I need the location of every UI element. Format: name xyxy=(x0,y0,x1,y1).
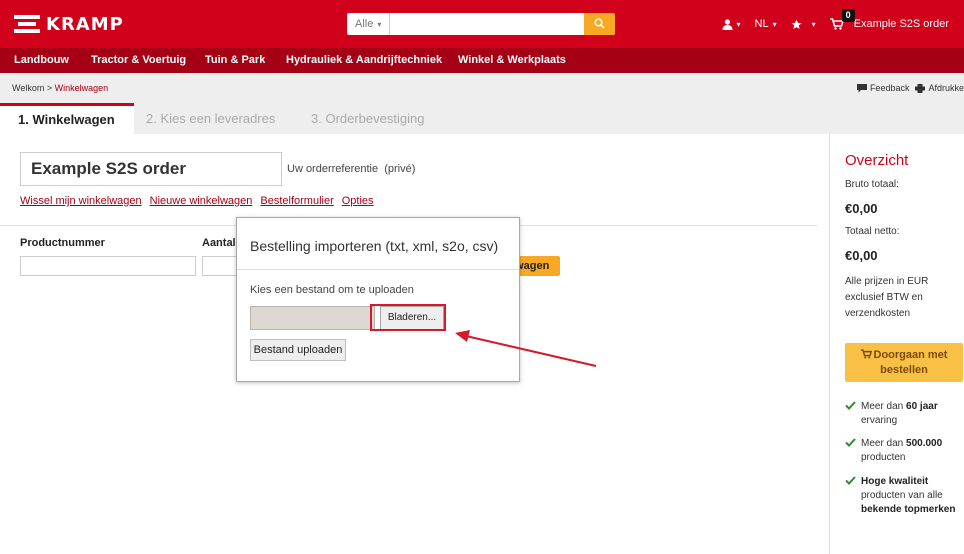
product-number-label: Productnummer xyxy=(20,237,105,249)
gross-total-value: €0,00 xyxy=(845,201,878,216)
step-order-confirmation: 3. Orderbevestiging xyxy=(311,111,425,126)
usp-highlight: bekende topmerken xyxy=(861,504,956,515)
product-number-input[interactable] xyxy=(20,256,196,276)
popup-title: Bestelling importeren (txt, xml, s2o, cs… xyxy=(237,218,519,270)
account-menu[interactable]: ▾ xyxy=(722,18,741,30)
usp-quality: Hoge kwaliteit producten van alle bekend… xyxy=(845,475,963,517)
net-total-value: €0,00 xyxy=(845,248,878,263)
feedback-icon xyxy=(856,83,867,92)
usp-highlight: 60 jaar xyxy=(906,401,938,412)
search-category-label: Alle xyxy=(355,18,374,30)
nav-item-landbouw[interactable]: Landbouw xyxy=(14,48,69,73)
kramp-logo-icon xyxy=(14,15,40,33)
step-cart[interactable]: 1. Winkelwagen xyxy=(0,103,134,134)
chevron-down-icon: ▾ xyxy=(811,19,816,29)
order-name-field[interactable]: Example S2S order xyxy=(20,152,282,186)
order-reference-text: Uw orderreferentie xyxy=(287,163,379,175)
usp-text: Meer dan xyxy=(861,401,907,412)
usp-text: producten van alle xyxy=(861,490,943,501)
chevron-down-icon: ▾ xyxy=(772,19,777,29)
cart-icon xyxy=(860,349,872,359)
cart-links: Wissel mijn winkelwagen Nieuwe winkelwage… xyxy=(20,195,382,207)
import-order-popup: Bestelling importeren (txt, xml, s2o, cs… xyxy=(236,217,520,382)
order-form-link[interactable]: Bestelformulier xyxy=(260,195,333,207)
nav-item-winkel-werkplaats[interactable]: Winkel & Werkplaats xyxy=(458,48,566,73)
user-icon xyxy=(722,18,732,30)
upload-file-button[interactable]: Bestand uploaden xyxy=(250,339,346,361)
nav-item-tuin-park[interactable]: Tuin & Park xyxy=(205,48,265,73)
check-icon xyxy=(845,476,856,485)
continue-ordering-button[interactable]: Doorgaan met bestellen xyxy=(845,343,963,382)
continue-line-1: Doorgaan met xyxy=(873,349,948,361)
usp-text: producten xyxy=(861,452,906,463)
print-label: Afdrukke xyxy=(928,83,964,93)
nav-item-hydrauliek[interactable]: Hydrauliek & Aandrijftechniek xyxy=(286,48,442,73)
usp-text: ervaring xyxy=(861,415,898,426)
feedback-link[interactable]: Feedback xyxy=(856,83,910,93)
chevron-down-icon: ▾ xyxy=(377,20,382,29)
amount-input[interactable] xyxy=(202,256,238,276)
check-icon xyxy=(845,438,856,447)
check-icon xyxy=(845,401,856,410)
search-category-select[interactable]: Alle ▾ xyxy=(347,13,390,35)
new-cart-link[interactable]: Nieuwe winkelwagen xyxy=(150,195,253,207)
chevron-down-icon: ▾ xyxy=(736,19,741,29)
language-select[interactable]: NL ▾ xyxy=(755,18,777,30)
kramp-logo[interactable]: KRAMP xyxy=(14,13,124,35)
usp-text: Meer dan xyxy=(861,438,907,449)
breadcrumb-current[interactable]: Winkelwagen xyxy=(55,83,109,93)
step-delivery-address: 2. Kies een leveradres xyxy=(146,111,276,126)
amount-label: Aantal xyxy=(202,237,236,249)
usp-products: Meer dan 500.000 producten xyxy=(845,437,963,465)
cart-count-badge: 0 xyxy=(841,9,855,22)
checkout-steps: 1. Winkelwagen 2. Kies een leveradres 3.… xyxy=(0,103,964,134)
options-link[interactable]: Opties xyxy=(342,195,374,207)
usp-experience: Meer dan 60 jaar ervaring xyxy=(845,400,963,428)
print-link[interactable]: Afdrukke xyxy=(915,83,964,93)
breadcrumb: Welkom > Winkelwagen xyxy=(12,83,108,93)
usp-highlight: Hoge kwaliteit xyxy=(861,476,929,487)
search-icon xyxy=(594,18,605,29)
annotation-highlight-box xyxy=(370,304,446,331)
print-icon xyxy=(915,83,926,93)
nav-item-tractor-voertuig[interactable]: Tractor & Voertuig xyxy=(91,48,186,73)
continue-line-2: bestellen xyxy=(880,364,928,376)
cart-button[interactable]: 0 Example S2S order xyxy=(829,9,949,30)
feedback-label: Feedback xyxy=(869,83,910,93)
favorites-menu[interactable]: ▾ xyxy=(791,19,816,30)
language-label: NL xyxy=(754,18,769,30)
brand-name: KRAMP xyxy=(46,13,124,35)
top-right-menu: ▾ NL ▾ ▾ 0 Example S2S order xyxy=(722,0,964,48)
breadcrumb-separator: > xyxy=(44,83,55,93)
gross-total-label: Bruto totaal: xyxy=(845,179,899,190)
page-tools: Feedback Afdrukke xyxy=(851,83,964,93)
breadcrumb-home[interactable]: Welkom xyxy=(12,83,44,93)
usp-highlight: 500.000 xyxy=(906,438,943,449)
net-total-label: Totaal netto: xyxy=(845,226,900,237)
file-path-field[interactable] xyxy=(250,306,375,330)
cart-label: Example S2S order xyxy=(853,18,949,30)
summary-title: Overzicht xyxy=(845,152,909,169)
switch-cart-link[interactable]: Wissel mijn winkelwagen xyxy=(20,195,142,207)
upload-hint: Kies een bestand om te uploaden xyxy=(250,284,414,296)
order-reference-note: (privé) xyxy=(384,163,416,175)
search-input[interactable] xyxy=(390,13,584,35)
price-note: Alle prijzen in EUR exclusief BTW en ver… xyxy=(845,276,929,319)
breadcrumb-row: Welkom > Winkelwagen Feedback Afdrukke xyxy=(0,73,964,103)
star-icon xyxy=(791,19,802,29)
top-bar: KRAMP Alle ▾ ▾ NL ▾ ▾ 0 Example S2S order xyxy=(0,0,964,48)
order-reference-label: Uw orderreferentie (privé) xyxy=(287,163,415,175)
category-nav: Landbouw Tractor & Voertuig Tuin & Park … xyxy=(0,48,964,73)
search-bar: Alle ▾ xyxy=(347,13,615,35)
order-summary: Overzicht Bruto totaal: €0,00 Totaal net… xyxy=(829,134,964,554)
search-button[interactable] xyxy=(584,13,615,35)
